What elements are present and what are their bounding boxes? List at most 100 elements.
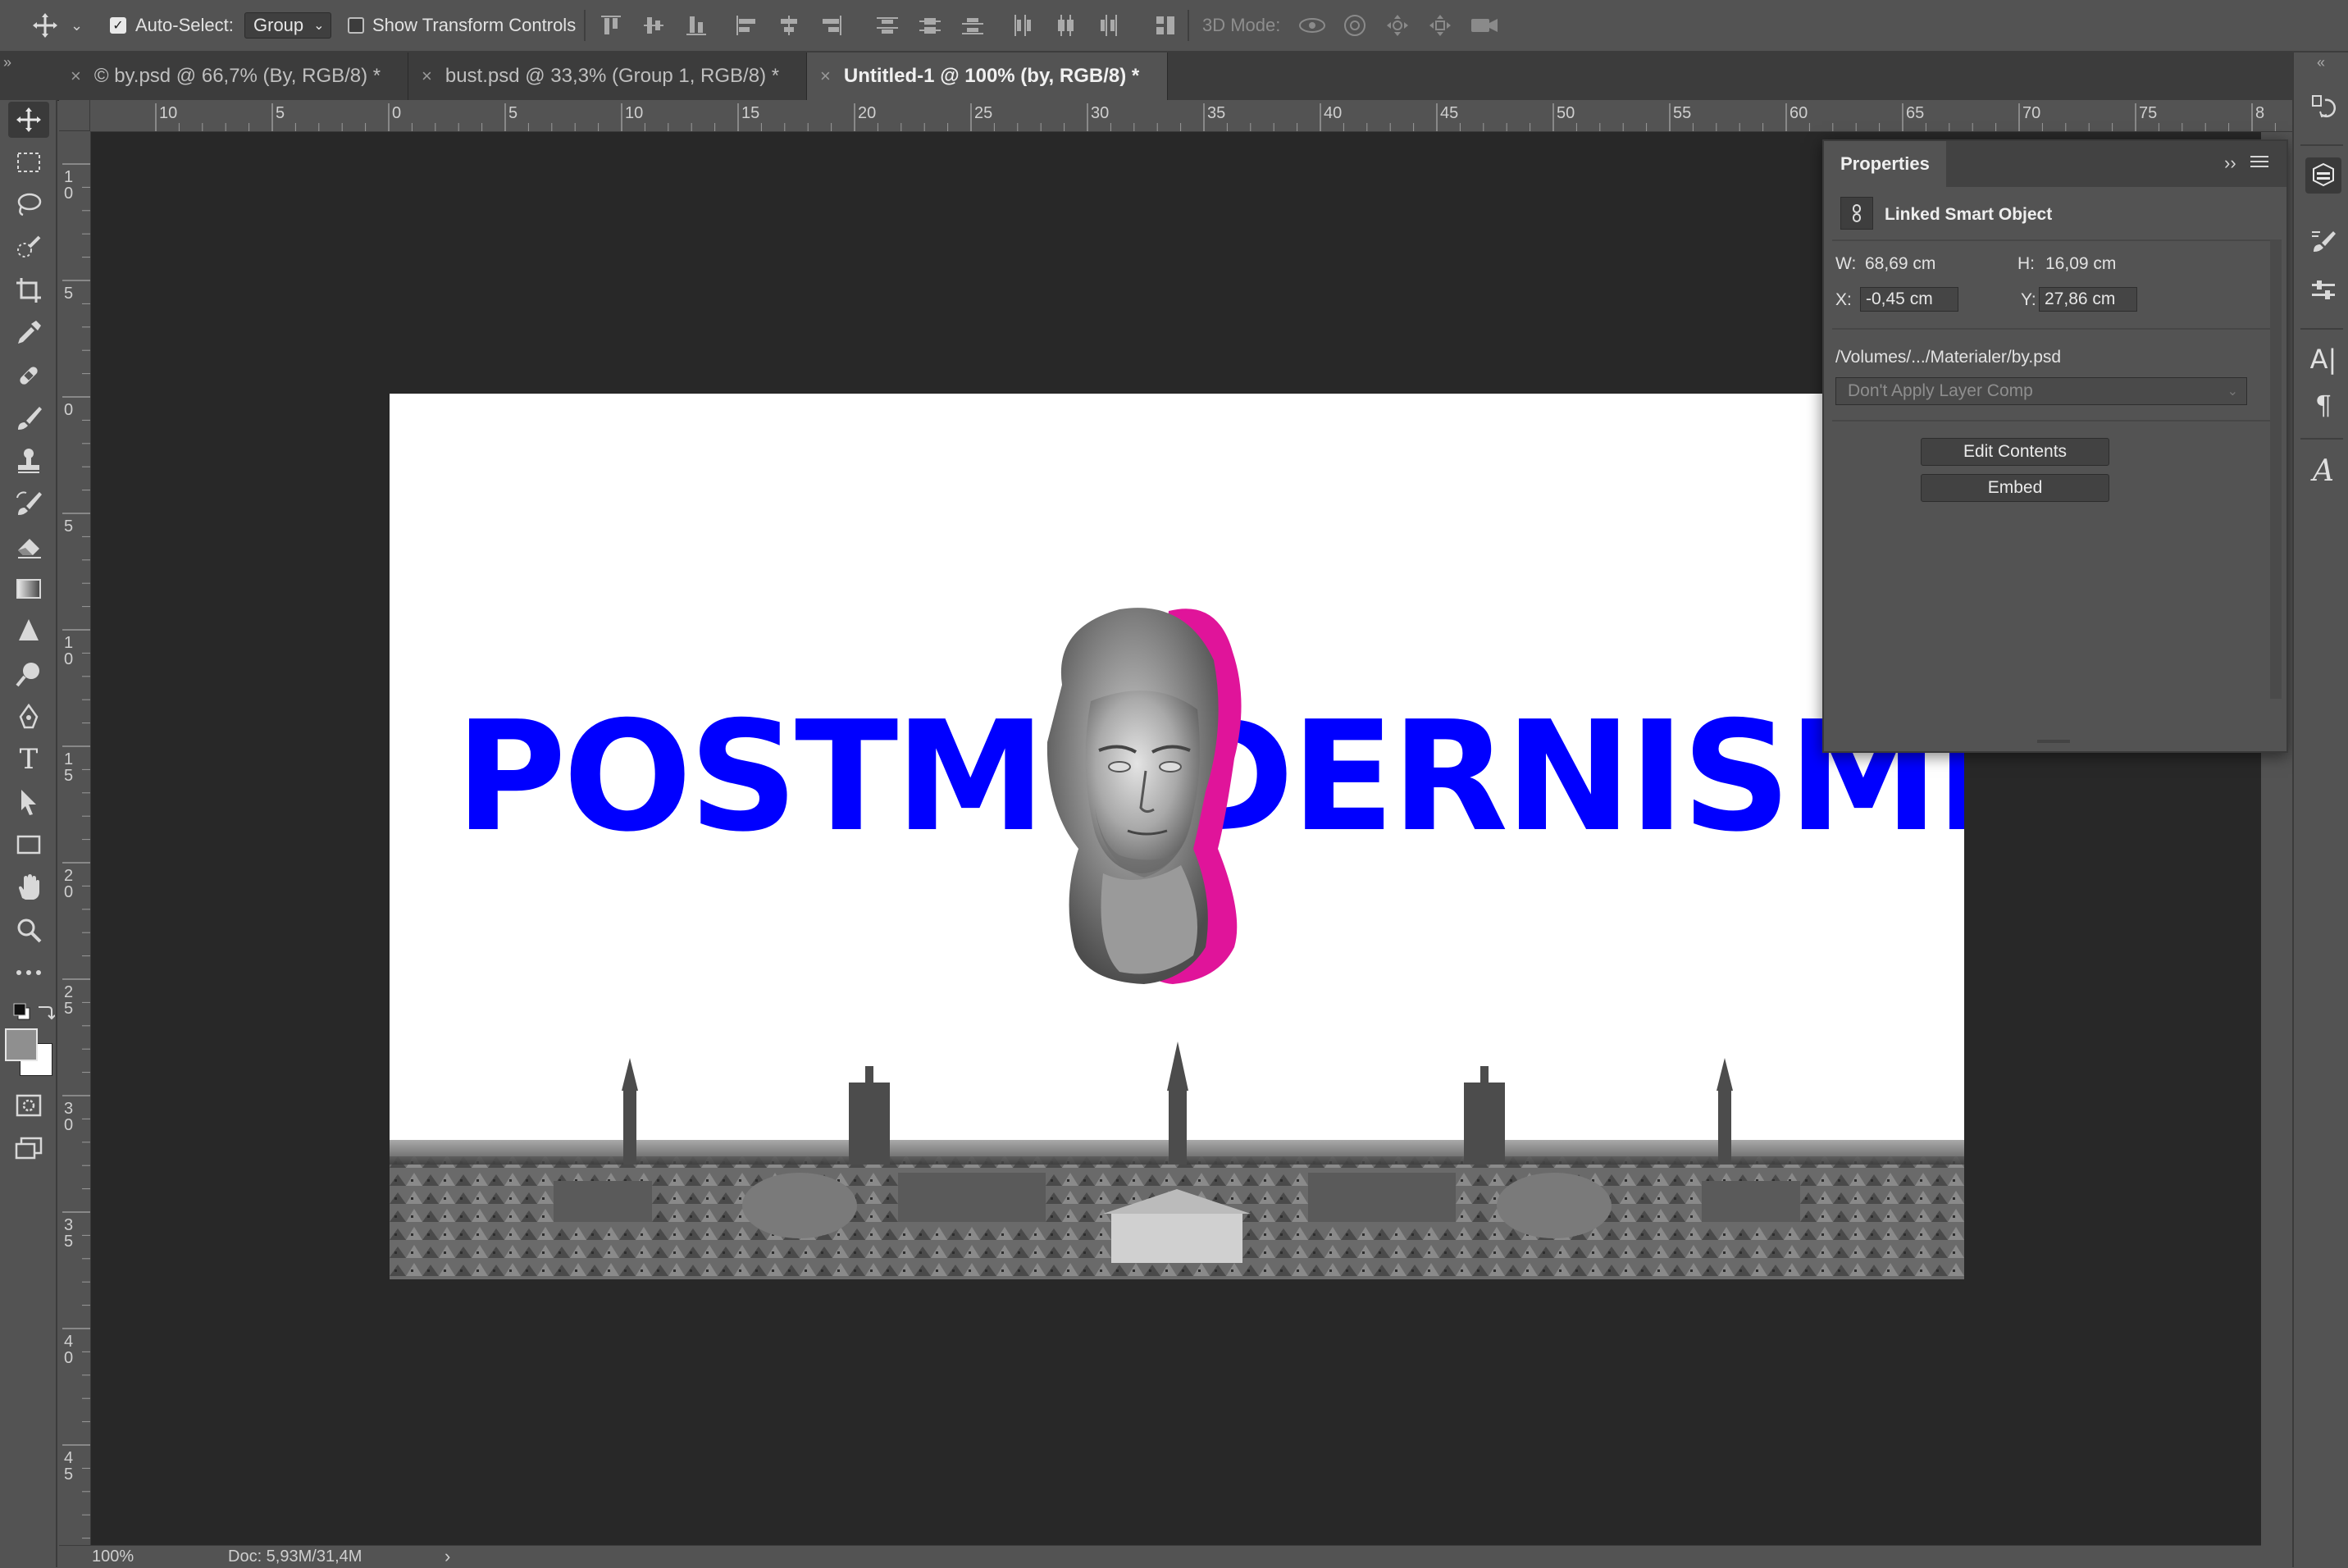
ruler-origin[interactable]	[59, 100, 90, 131]
properties-panel-icon[interactable]	[2305, 157, 2341, 194]
rectangle-shape-icon[interactable]	[8, 827, 49, 863]
vertical-ruler[interactable]: 105051015202530354045	[59, 131, 91, 1545]
width-value[interactable]: 68,69 cm	[1865, 254, 1935, 274]
more-tools-icon[interactable]	[8, 955, 49, 991]
distribute-top-icon[interactable]	[876, 0, 899, 51]
crop-icon[interactable]	[8, 272, 49, 308]
close-tab-icon[interactable]: ×	[820, 66, 831, 87]
eraser-icon[interactable]	[8, 528, 49, 564]
ruler-label: 1	[64, 634, 73, 652]
align-vertical-centers-icon[interactable]	[643, 0, 664, 51]
status-menu-arrow-icon[interactable]: ›	[445, 1546, 450, 1567]
align-left-edges-icon[interactable]	[735, 0, 758, 51]
ruler-label: 5	[64, 517, 73, 536]
ruler-label: 60	[1789, 104, 1808, 122]
ruler-label: 5	[64, 767, 73, 785]
foreground-color-swatch[interactable]	[5, 1028, 38, 1061]
width-label: W:	[1835, 254, 1857, 273]
ruler-label: 70	[2022, 104, 2040, 122]
auto-align-layers-icon[interactable]	[1155, 0, 1176, 51]
screen-mode-icon[interactable]	[8, 1130, 49, 1166]
3d-roll-icon[interactable]	[1342, 0, 1368, 51]
align-right-edges-icon[interactable]	[820, 0, 843, 51]
3d-slide-icon[interactable]	[1427, 0, 1453, 51]
city-skyline-image[interactable]	[390, 1042, 1964, 1279]
close-tab-icon[interactable]: ×	[422, 66, 432, 87]
3d-camera-icon[interactable]	[1470, 0, 1499, 51]
brush-settings-icon[interactable]	[2305, 223, 2341, 259]
gradient-icon[interactable]	[8, 571, 49, 607]
zoom-tool-icon[interactable]	[8, 912, 49, 948]
tab-untitled-1[interactable]: × Untitled-1 @ 100% (by, RGB/8) *	[807, 52, 1168, 100]
quick-selection-icon[interactable]	[8, 230, 49, 266]
tab-bust-psd[interactable]: × bust.psd @ 33,3% (Group 1, RGB/8) *	[408, 52, 807, 100]
panel-resize-handle[interactable]	[2037, 740, 2070, 743]
hand-tool-icon[interactable]	[8, 869, 49, 905]
auto-select-target-dropdown[interactable]: Group ⌄	[244, 12, 331, 39]
tab-by-psd[interactable]: × © by.psd @ 66,7% (By, RGB/8) *	[57, 52, 408, 100]
rectangular-marquee-icon[interactable]	[8, 144, 49, 180]
ruler-label: 5	[64, 1465, 73, 1484]
document-size: Doc: 5,93M/31,4M	[228, 1547, 362, 1566]
x-position-field[interactable]: -0,45 cm	[1860, 287, 1958, 312]
dodge-icon[interactable]	[8, 656, 49, 692]
clone-stamp-icon[interactable]	[8, 443, 49, 479]
document-canvas[interactable]: POSTMODERNISME	[390, 394, 1964, 1279]
properties-scrollbar[interactable]	[2270, 239, 2282, 699]
properties-tab[interactable]: Properties	[1824, 141, 1946, 187]
bust-image[interactable]	[1029, 603, 1292, 988]
embed-button[interactable]: Embed	[1921, 474, 2109, 502]
auto-select-checkbox[interactable]: ✓	[110, 0, 126, 51]
healing-brush-icon[interactable]	[8, 358, 49, 394]
lasso-icon[interactable]	[8, 187, 49, 223]
history-brush-icon[interactable]	[8, 485, 49, 522]
object-type-label: Linked Smart Object	[1885, 205, 2053, 224]
tool-preset-chevron-icon[interactable]: ⌄	[71, 0, 83, 51]
align-top-edges-icon[interactable]	[600, 0, 622, 51]
distribute-bottom-icon[interactable]	[961, 0, 984, 51]
document-tab-bar: » × © by.psd @ 66,7% (By, RGB/8) * × bus…	[0, 52, 2292, 101]
height-value[interactable]: 16,09 cm	[2045, 254, 2116, 274]
ruler-label: 1	[64, 750, 73, 768]
collapse-panel-icon[interactable]: ››	[2224, 153, 2236, 174]
paragraph-panel-icon[interactable]: ¶	[2305, 387, 2341, 423]
type-tool-icon[interactable]: T	[8, 741, 49, 777]
distribute-left-icon[interactable]	[1012, 0, 1033, 51]
layer-comp-dropdown[interactable]: Don't Apply Layer Comp ⌄	[1835, 377, 2247, 405]
ruler-label: 10	[159, 104, 177, 122]
distribute-vertical-centers-icon[interactable]	[919, 0, 941, 51]
glyphs-panel-icon[interactable]: A	[2305, 453, 2341, 489]
panel-menu-icon[interactable]	[2250, 154, 2268, 175]
y-position-field[interactable]: 27,86 cm	[2039, 287, 2137, 312]
adjustments-sliders-icon[interactable]	[2305, 272, 2341, 308]
eyedropper-icon[interactable]	[8, 315, 49, 351]
tab-label: Untitled-1 @ 100% (by, RGB/8) *	[843, 65, 1140, 87]
distribute-right-icon[interactable]	[1097, 0, 1119, 51]
quick-mask-icon[interactable]	[8, 1087, 49, 1124]
distribute-horizontal-centers-icon[interactable]	[1055, 0, 1076, 51]
zoom-level[interactable]: 100%	[92, 1547, 134, 1566]
align-bottom-edges-icon[interactable]	[686, 0, 707, 51]
path-selection-icon[interactable]	[8, 784, 49, 820]
edit-contents-button[interactable]: Edit Contents	[1921, 438, 2109, 466]
tools-panel: T	[0, 100, 57, 1567]
panel-collapse-icon[interactable]: »	[3, 54, 11, 71]
pen-icon[interactable]	[8, 699, 49, 735]
expand-panels-icon[interactable]: «	[2317, 54, 2325, 71]
history-panel-icon[interactable]	[2305, 89, 2341, 125]
close-tab-icon[interactable]: ×	[71, 66, 81, 87]
3d-pan-icon[interactable]	[1384, 0, 1411, 51]
move-tool-icon[interactable]	[31, 0, 59, 51]
align-horizontal-centers-icon[interactable]	[777, 0, 800, 51]
character-panel-icon[interactable]: A|	[2305, 341, 2341, 377]
move-tool-icon[interactable]	[8, 102, 49, 138]
3d-orbit-icon[interactable]	[1297, 0, 1327, 51]
ruler-label: 20	[858, 104, 876, 122]
brush-icon[interactable]	[8, 400, 49, 436]
blur-icon[interactable]	[8, 613, 49, 650]
auto-select-target-value: Group	[253, 15, 304, 35]
show-transform-checkbox[interactable]	[348, 0, 364, 51]
ruler-label: 5	[508, 104, 517, 122]
horizontal-ruler[interactable]: 10 5 0 5 10 15 20 25 30 35 40 45 50 55 60 65 70 75 8	[90, 100, 2292, 132]
ruler-label: 0	[64, 1349, 73, 1367]
